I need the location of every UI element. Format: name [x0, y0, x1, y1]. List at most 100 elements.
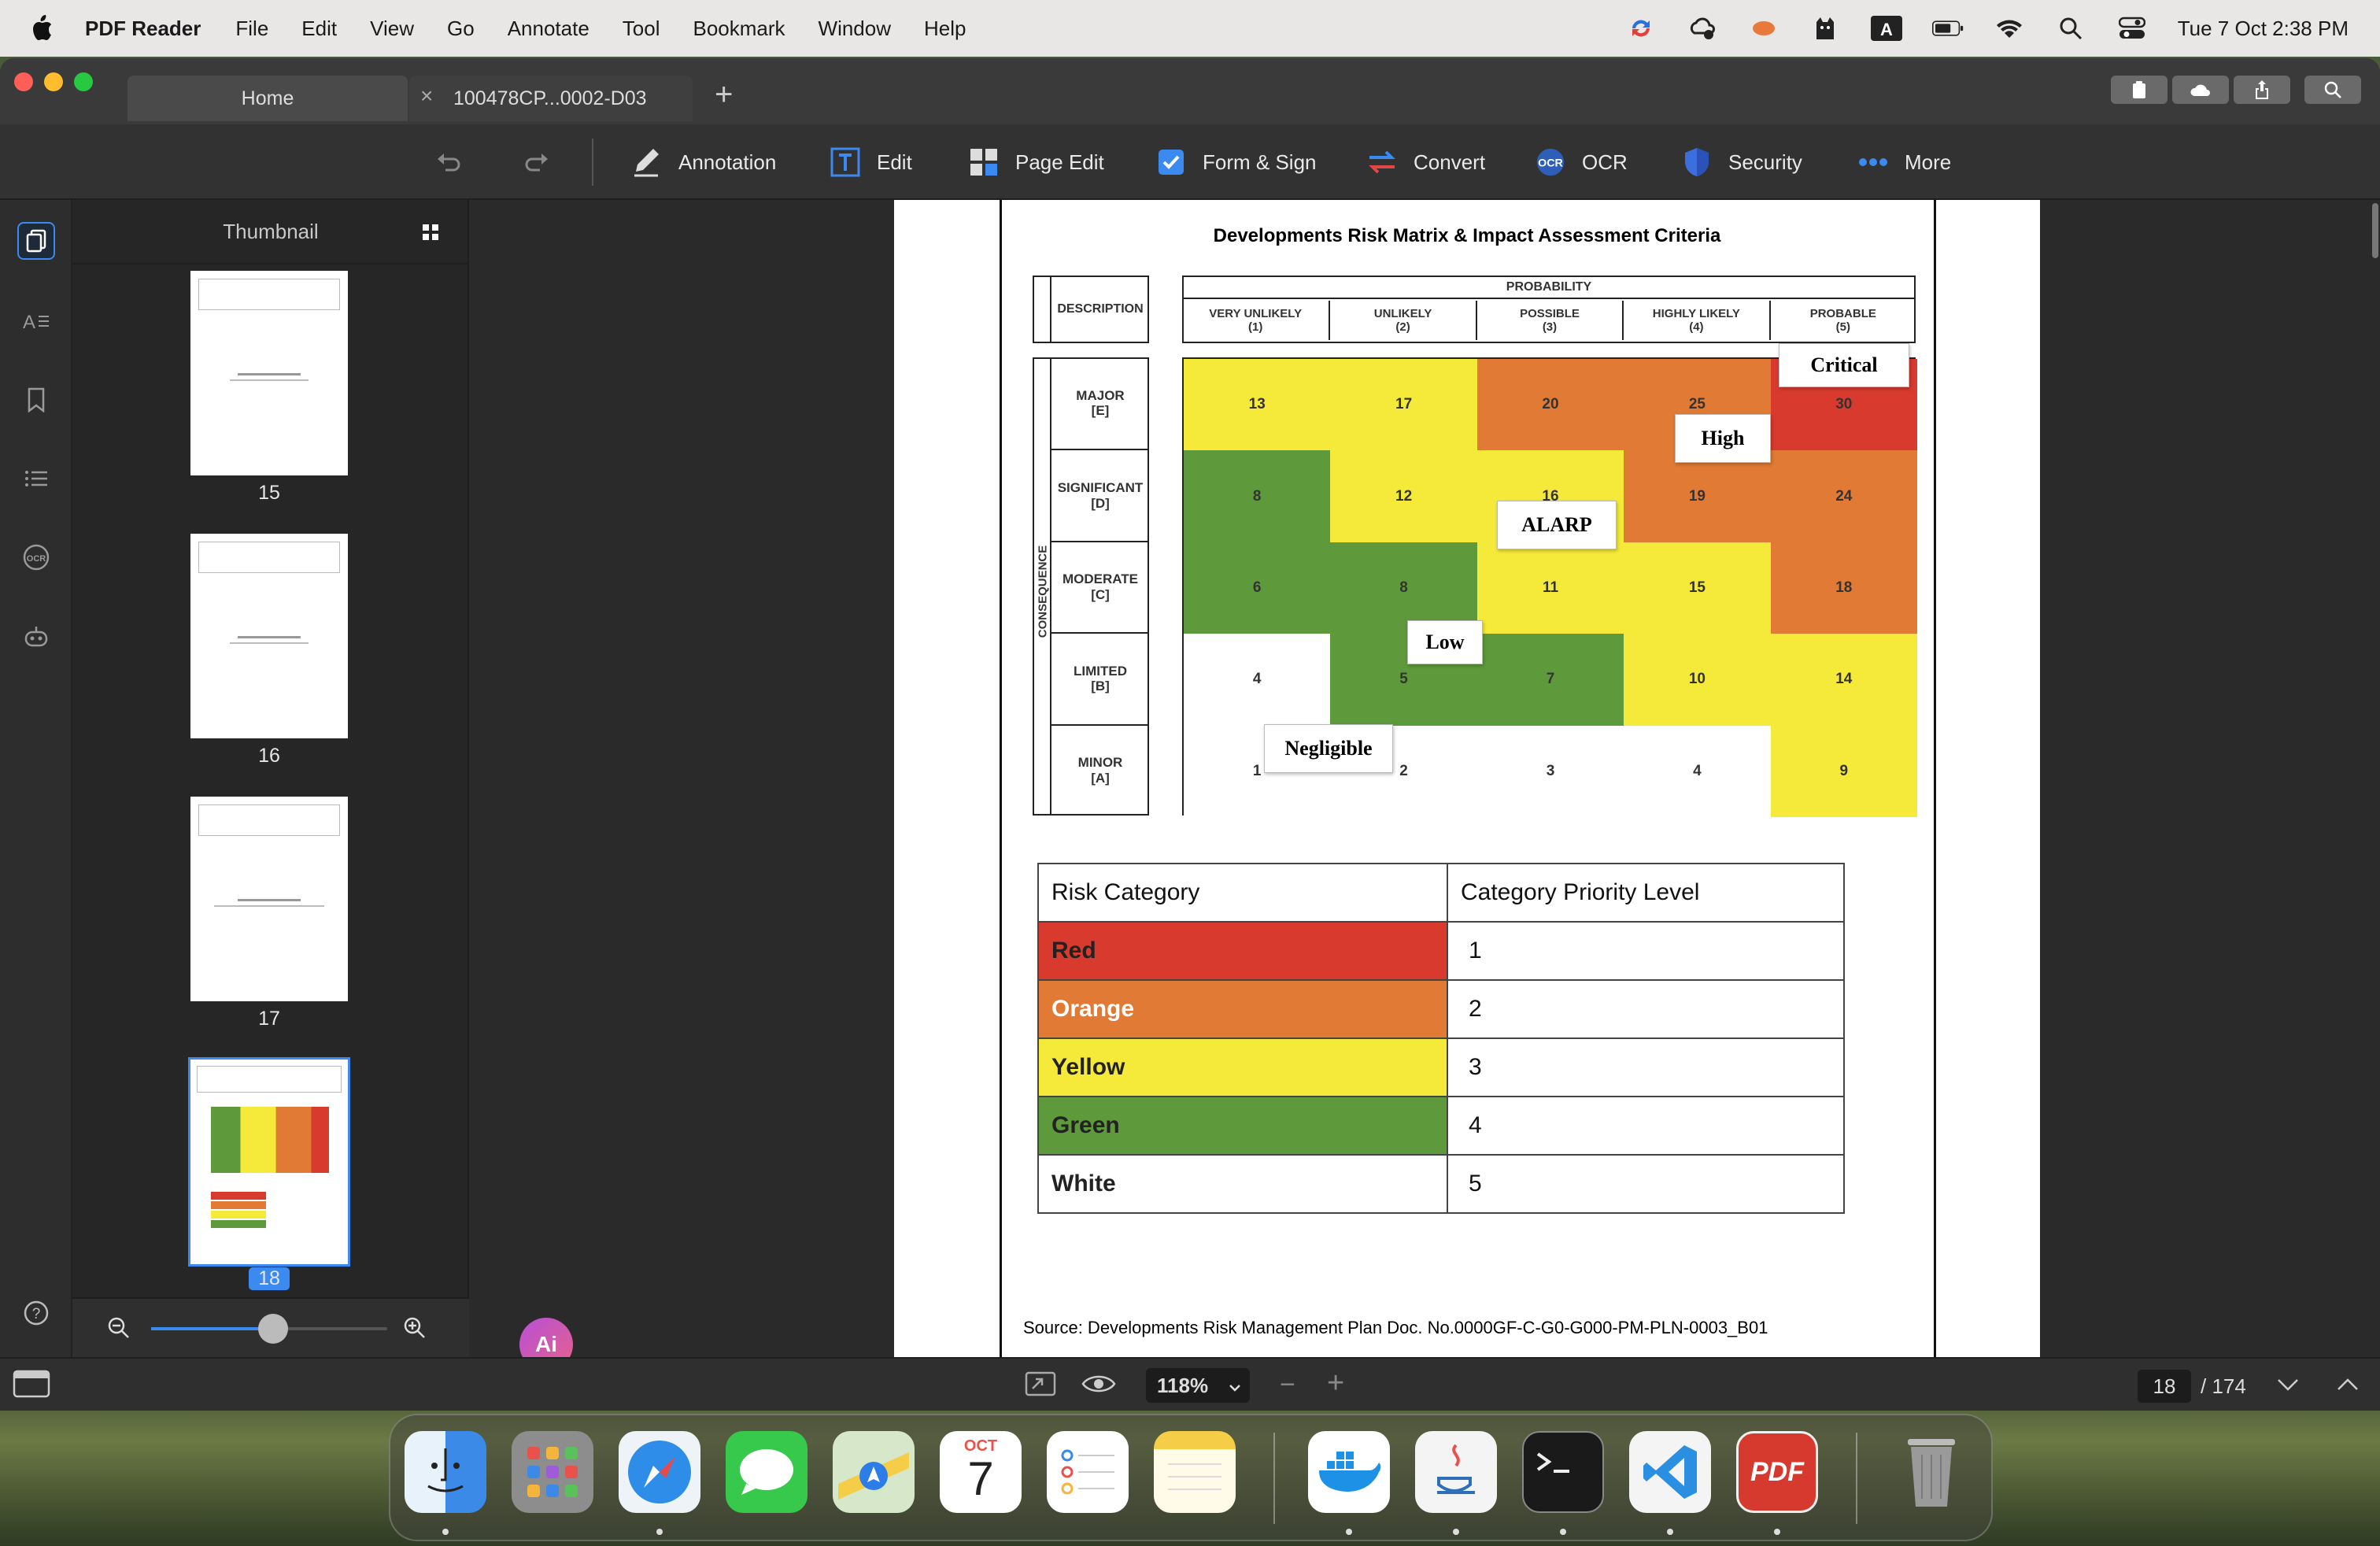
vscode-icon[interactable]: [1629, 1431, 1711, 1513]
help-icon[interactable]: ?: [17, 1294, 55, 1332]
thumbnail-page-17[interactable]: [190, 797, 348, 1001]
svg-text:?: ?: [32, 1306, 41, 1322]
thumbnail-page-18-selected[interactable]: [188, 1057, 350, 1267]
reminders-icon[interactable]: [1047, 1431, 1129, 1513]
next-page-icon[interactable]: [2276, 1374, 2300, 1399]
sidebar-toggle-icon[interactable]: [13, 1370, 50, 1404]
risk-matrix-cell: 24: [1770, 450, 1917, 542]
menubar-clock[interactable]: Tue 7 Oct 2:38 PM: [2178, 17, 2349, 41]
thumbnail-page-16[interactable]: [190, 534, 348, 738]
menu-help[interactable]: Help: [924, 17, 966, 41]
clipboard-icon[interactable]: [2111, 76, 2168, 104]
zoom-minus-icon[interactable]: −: [1280, 1371, 1295, 1398]
zoom-level-select[interactable]: 118%: [1146, 1368, 1250, 1403]
edit-button[interactable]: Edit: [830, 145, 912, 179]
text-outline-icon[interactable]: A: [17, 302, 55, 340]
messages-icon[interactable]: [726, 1431, 808, 1513]
java-icon[interactable]: [1415, 1431, 1497, 1513]
docker-icon[interactable]: [1308, 1431, 1390, 1513]
new-tab-icon[interactable]: +: [715, 79, 733, 110]
safari-icon[interactable]: [619, 1431, 700, 1513]
undo-icon[interactable]: [436, 145, 461, 179]
previous-page-icon[interactable]: [2336, 1374, 2360, 1399]
trash-icon[interactable]: [1890, 1431, 1972, 1513]
zoom-out-icon[interactable]: [107, 1316, 131, 1344]
more-button[interactable]: More: [1857, 145, 1951, 179]
form-sign-button[interactable]: Form & Sign: [1155, 145, 1317, 179]
menu-window[interactable]: Window: [819, 17, 891, 41]
menu-go[interactable]: Go: [447, 17, 475, 41]
consequence-code: [B]: [1091, 679, 1110, 694]
tab-document[interactable]: × 100478CP...0002-D03: [409, 76, 693, 121]
launchpad-icon[interactable]: [512, 1431, 593, 1513]
table-row: Red 1: [1037, 921, 1845, 981]
ocr-button[interactable]: OCR OCR: [1535, 145, 1628, 179]
close-window-button[interactable]: [14, 72, 33, 91]
finder-icon[interactable]: [405, 1431, 486, 1513]
slider-handle[interactable]: [258, 1314, 288, 1344]
pdf-page: Developments Risk Matrix & Impact Assess…: [894, 200, 2040, 1357]
page-edit-button[interactable]: Page Edit: [968, 145, 1104, 179]
battery-icon[interactable]: [1931, 13, 1964, 44]
apple-icon[interactable]: [30, 13, 60, 43]
maps-icon[interactable]: [833, 1431, 915, 1513]
sync-icon[interactable]: [1625, 13, 1657, 44]
menu-view[interactable]: View: [370, 17, 414, 41]
thumbnail-page-15[interactable]: [190, 271, 348, 475]
cloud-icon[interactable]: [2172, 76, 2229, 104]
vertical-scrollbar[interactable]: [2372, 203, 2378, 258]
menu-bookmark[interactable]: Bookmark: [693, 17, 785, 41]
annotation-button[interactable]: Annotation: [631, 145, 776, 179]
svg-text:OCR: OCR: [27, 554, 46, 564]
critical-label: Critical: [1779, 343, 1909, 387]
thumbnail-zoom-slider[interactable]: [151, 1314, 387, 1344]
grid-view-icon[interactable]: [422, 222, 439, 246]
zoom-plus-icon[interactable]: +: [1327, 1368, 1344, 1398]
control-center-icon[interactable]: [2116, 13, 2148, 44]
cat-icon[interactable]: [1809, 13, 1841, 44]
view-mode-eye-icon[interactable]: [1081, 1373, 1116, 1400]
zoom-window-button[interactable]: [74, 72, 93, 91]
fit-page-icon[interactable]: [1025, 1371, 1056, 1402]
risk-category-cell: Red: [1037, 921, 1448, 981]
negligible-label: Negligible: [1264, 724, 1393, 773]
probability-code: (4): [1689, 320, 1704, 334]
wifi-icon[interactable]: [1994, 13, 2025, 44]
bookmark-icon[interactable]: [17, 381, 55, 419]
pdf-reader-dock-icon[interactable]: PDF: [1736, 1431, 1818, 1513]
terminal-icon[interactable]: [1522, 1431, 1604, 1513]
menu-file[interactable]: File: [235, 17, 268, 41]
zoom-in-icon[interactable]: [403, 1316, 427, 1344]
menu-tool[interactable]: Tool: [623, 17, 660, 41]
spotlight-search-icon[interactable]: [2055, 13, 2086, 44]
security-button[interactable]: Security: [1681, 145, 1802, 179]
list-icon[interactable]: [17, 460, 55, 497]
minimize-window-button[interactable]: [44, 72, 63, 91]
cloud-status-icon[interactable]: [1687, 13, 1718, 44]
close-tab-icon[interactable]: ×: [420, 83, 433, 109]
risk-matrix-cell: 14: [1770, 634, 1917, 726]
app-name[interactable]: PDF Reader: [85, 17, 201, 41]
orange-app-icon[interactable]: [1748, 13, 1779, 44]
ocr-rail-icon[interactable]: OCR: [17, 538, 55, 576]
convert-button[interactable]: Convert: [1366, 145, 1485, 179]
share-icon[interactable]: [2234, 76, 2290, 104]
thumbnail-zoom-bar: [72, 1297, 469, 1357]
menu-annotate[interactable]: Annotate: [508, 17, 589, 41]
consequence-name: SIGNIFICANT: [1057, 480, 1144, 496]
redo-icon[interactable]: [524, 145, 549, 179]
ai-robot-icon[interactable]: [17, 617, 55, 655]
input-source-icon[interactable]: A: [1870, 13, 1902, 44]
notes-icon[interactable]: [1154, 1431, 1236, 1513]
risk-category-cell: White: [1037, 1154, 1448, 1214]
search-icon[interactable]: [2304, 76, 2361, 104]
current-page-input[interactable]: 18: [2138, 1370, 2191, 1403]
consequence-row-header: MODERATE [C]: [1051, 540, 1149, 632]
menu-edit[interactable]: Edit: [301, 17, 337, 41]
consequence-row-header: SIGNIFICANT [D]: [1051, 449, 1149, 540]
tab-home[interactable]: Home: [128, 76, 408, 121]
thumbnail-panel-icon[interactable]: [17, 222, 55, 260]
calendar-icon[interactable]: OCT 7: [940, 1431, 1022, 1513]
probability-code: (1): [1248, 320, 1263, 334]
table-row: Orange 2: [1037, 979, 1845, 1039]
